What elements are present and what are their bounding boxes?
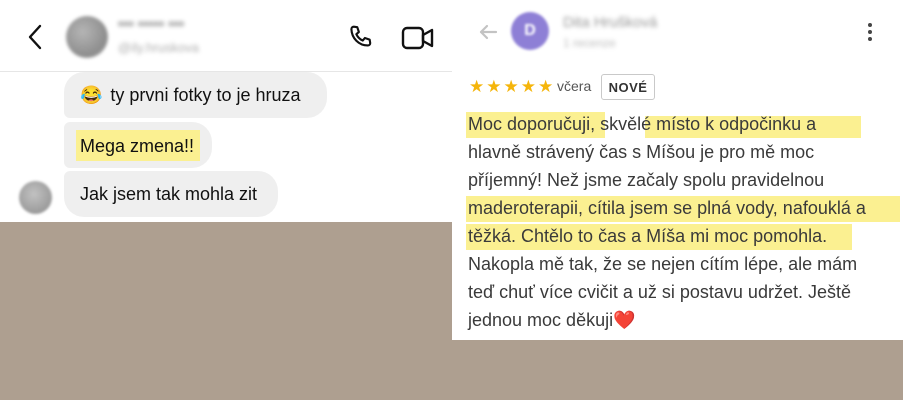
more-vertical-icon[interactable] <box>864 20 876 44</box>
chat-screenshot: ••• ••••• ••• @ily.hruskova 😂 ty prvni f… <box>0 0 452 222</box>
review-text-segment: skvělé místo k odpočinku a <box>595 114 817 134</box>
star-icon: ★ <box>538 77 554 96</box>
review-text-line: jednou moc děkuji❤️ <box>468 306 636 334</box>
reviewer-avatar[interactable]: D <box>511 12 549 50</box>
chat-header: ••• ••••• ••• @ily.hruskova <box>0 0 452 72</box>
reviewer-initial: D <box>524 22 536 39</box>
joy-emoji-icon: 😂 <box>80 84 103 105</box>
reviewer-review-count: 1 recenze <box>563 36 616 50</box>
video-camera-icon[interactable] <box>400 23 436 53</box>
review-text-segment: Moc doporučuji, <box>468 114 596 134</box>
contact-avatar[interactable] <box>66 16 108 58</box>
review-text-segment: jednou moc děkuji <box>468 310 614 330</box>
contact-username: @ily.hruskova <box>118 40 199 55</box>
star-icon: ★ <box>486 77 502 96</box>
message-bubble[interactable]: Mega zmena!! <box>64 122 212 168</box>
reviewer-name[interactable]: Dita Hrušková <box>563 14 657 31</box>
star-icon: ★ <box>503 77 519 96</box>
star-rating: ★ ★ ★ ★ ★ <box>469 78 553 96</box>
star-icon: ★ <box>520 77 536 96</box>
new-badge: NOVÉ <box>601 74 655 100</box>
message-text: ty prvni fotky to je hruza <box>110 84 301 105</box>
sender-avatar <box>19 181 52 214</box>
review-screenshot: D Dita Hrušková 1 recenze ★ ★ ★ ★ ★ včer… <box>452 0 903 340</box>
review-text-line: těžká. Chtělo to čas a Míša mi moc pomoh… <box>468 226 828 246</box>
review-date: včera <box>557 78 592 94</box>
review-text-line: příjemný! Než jsme začaly spolu pravidel… <box>468 170 825 190</box>
chevron-left-icon[interactable] <box>22 22 50 52</box>
message-bubble[interactable]: Jak jsem tak mohla zit <box>64 171 278 217</box>
review-text-line: Nakopla mě tak, že se nejen cítím lépe, … <box>468 254 858 274</box>
contact-name[interactable]: ••• ••••• ••• <box>118 16 184 33</box>
message-bubble[interactable]: 😂 ty prvni fotky to je hruza <box>64 72 327 118</box>
phone-icon[interactable] <box>345 22 377 54</box>
message-text: Mega zmena!! <box>76 129 201 161</box>
star-icon: ★ <box>469 77 485 96</box>
heart-icon: ❤️ <box>613 310 636 330</box>
arrow-left-icon[interactable] <box>476 20 500 44</box>
review-text-line: hlavně strávený čas s Míšou je pro mě mo… <box>468 142 815 162</box>
review-text-line: maderoterapii, cítila jsem se plná vody,… <box>468 198 866 218</box>
review-text-line: Moc doporučuji, skvělé místo k odpočinku… <box>468 110 816 138</box>
message-text: Jak jsem tak mohla zit <box>80 183 258 204</box>
review-text-line: teď chuť více cvičit a už si postavu udr… <box>468 282 851 302</box>
